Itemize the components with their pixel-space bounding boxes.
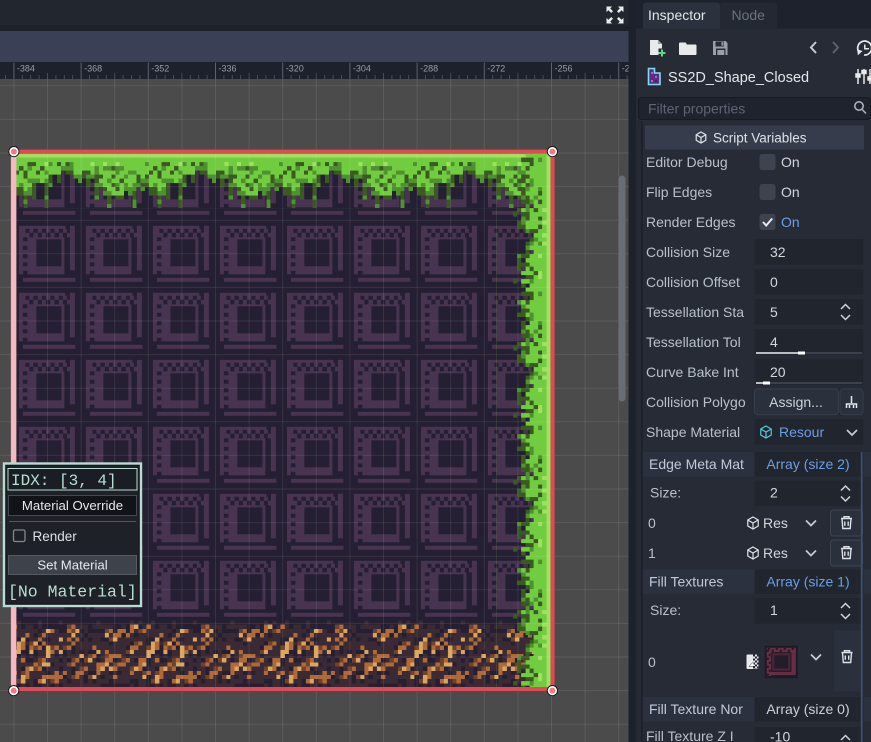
svg-text:-10: -10 xyxy=(770,729,790,742)
svg-text:Render Edges: Render Edges xyxy=(646,214,736,230)
svg-text:Collision Offset: Collision Offset xyxy=(646,274,740,290)
svg-text:0: 0 xyxy=(648,515,656,531)
svg-text:-384: -384 xyxy=(17,64,35,74)
svg-text:-304: -304 xyxy=(353,64,371,74)
svg-text:Edge Meta Mat: Edge Meta Mat xyxy=(649,456,744,472)
svg-text:0: 0 xyxy=(770,274,778,290)
svg-text:Array (size 1): Array (size 1) xyxy=(766,574,849,590)
svg-text:Material Override: Material Override xyxy=(22,498,123,513)
svg-text:Collision Size: Collision Size xyxy=(646,244,730,260)
svg-text:Tessellation Sta: Tessellation Sta xyxy=(646,304,744,320)
svg-text:-320: -320 xyxy=(286,64,304,74)
svg-text:Collision Polygo: Collision Polygo xyxy=(646,394,746,410)
svg-text:Size:: Size: xyxy=(650,602,681,618)
svg-text:1: 1 xyxy=(648,545,656,561)
svg-text:Res: Res xyxy=(763,515,788,531)
svg-text:Flip Edges: Flip Edges xyxy=(646,184,712,200)
svg-text:Array (size 2): Array (size 2) xyxy=(766,456,849,472)
svg-text:Res: Res xyxy=(763,545,788,561)
svg-text:On: On xyxy=(781,154,800,170)
svg-text:Render: Render xyxy=(33,529,78,544)
svg-text:Tessellation Tol: Tessellation Tol xyxy=(646,334,741,350)
svg-text:Curve Bake Int: Curve Bake Int xyxy=(646,364,739,380)
svg-text:-288: -288 xyxy=(420,64,438,74)
svg-text:Node: Node xyxy=(732,7,766,23)
svg-text:On: On xyxy=(781,184,800,200)
svg-text:Inspector: Inspector xyxy=(648,7,706,23)
svg-text:[No Material]: [No Material] xyxy=(8,583,137,602)
svg-text:Script Variables: Script Variables xyxy=(713,131,807,146)
svg-text:4: 4 xyxy=(770,334,778,350)
svg-text:20: 20 xyxy=(770,364,786,380)
svg-text:Fill Texture Z I: Fill Texture Z I xyxy=(646,728,734,742)
svg-text:0: 0 xyxy=(648,654,656,670)
svg-text:On: On xyxy=(781,214,800,230)
svg-text:-256: -256 xyxy=(555,64,573,74)
svg-text:5: 5 xyxy=(770,304,778,320)
svg-text:Editor Debug: Editor Debug xyxy=(646,154,728,170)
svg-text:Fill Texture Nor: Fill Texture Nor xyxy=(649,701,743,717)
svg-text:Fill Textures: Fill Textures xyxy=(649,574,723,590)
svg-text:32: 32 xyxy=(770,244,786,260)
svg-text:Size:: Size: xyxy=(650,485,681,501)
svg-text:Shape Material: Shape Material xyxy=(646,424,740,440)
svg-text:SS2D_Shape_Closed: SS2D_Shape_Closed xyxy=(668,70,809,86)
svg-text:-352: -352 xyxy=(151,64,169,74)
svg-text:-272: -272 xyxy=(487,64,505,74)
svg-text:1: 1 xyxy=(770,602,778,618)
svg-text:-336: -336 xyxy=(219,64,237,74)
svg-text:Filter properties: Filter properties xyxy=(648,101,745,117)
svg-text:Array (size 0): Array (size 0) xyxy=(766,701,849,717)
svg-text:-368: -368 xyxy=(84,64,102,74)
svg-text:Assign...: Assign... xyxy=(769,394,823,410)
svg-text:2: 2 xyxy=(770,485,778,501)
svg-text:Set Material: Set Material xyxy=(37,558,107,573)
svg-text:IDX: [3, 4]: IDX: [3, 4] xyxy=(11,472,117,490)
svg-text:Resour: Resour xyxy=(779,424,824,440)
